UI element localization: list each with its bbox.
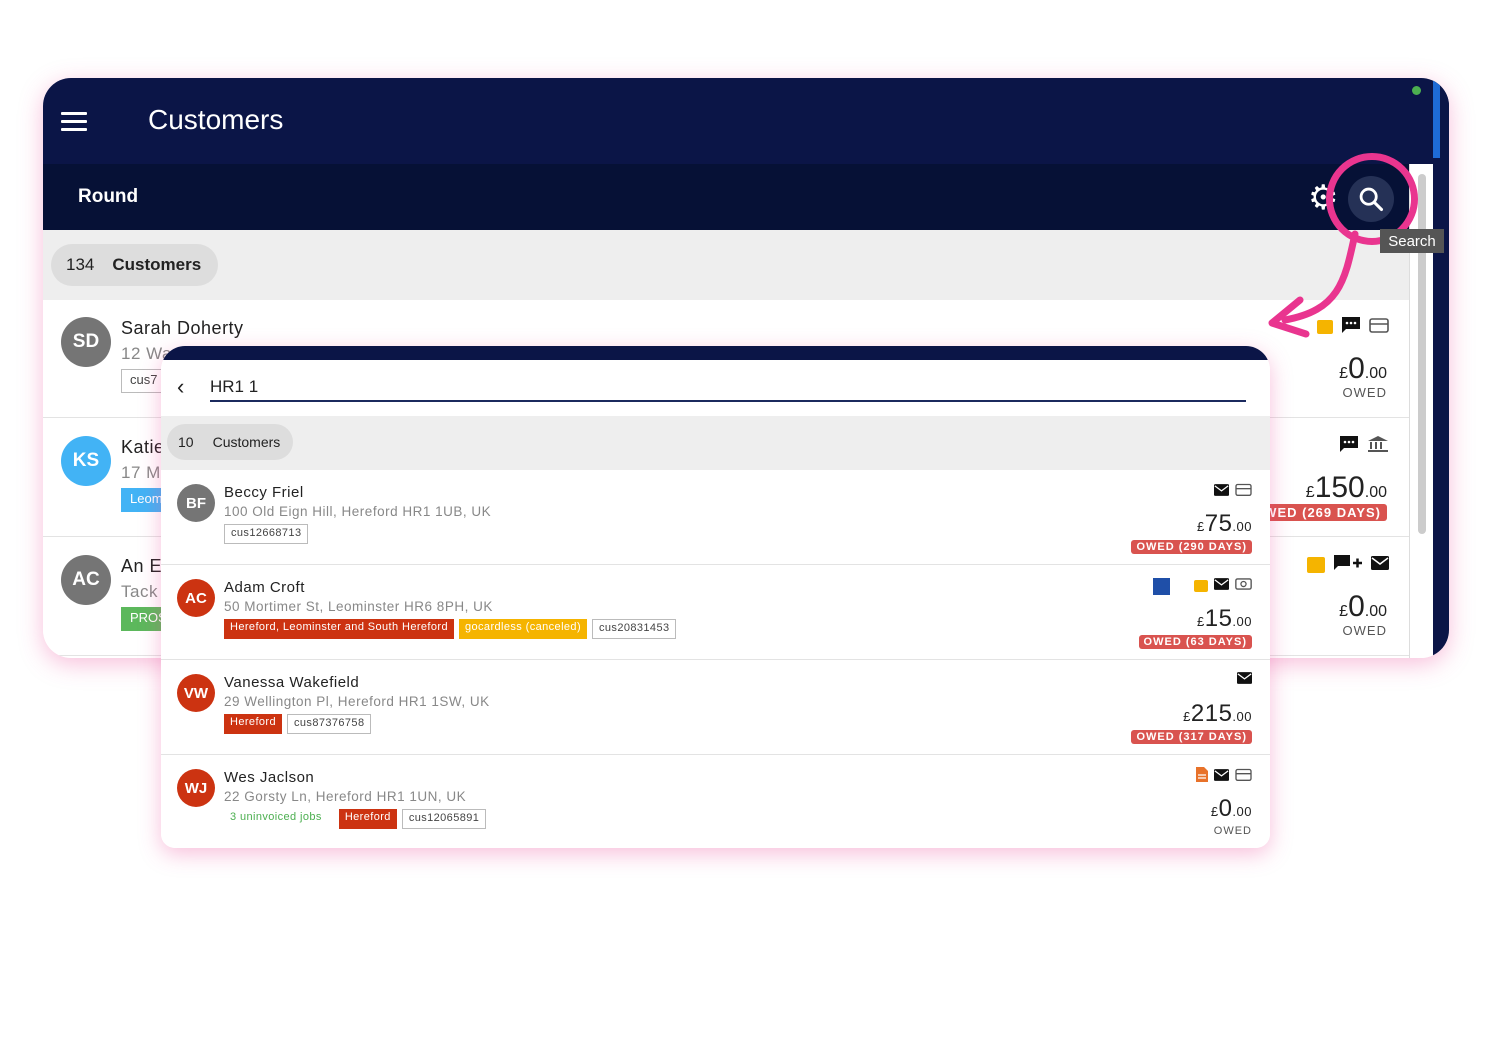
tag-list: 3 uninvoiced jobs Hereford cus12065891 bbox=[224, 809, 487, 829]
customer-name: Adam Croft bbox=[224, 579, 305, 596]
bank-icon bbox=[1367, 435, 1389, 457]
list-item[interactable]: WJ Wes Jaclson 22 Gorsty Ln, Hereford HR… bbox=[161, 755, 1270, 848]
owed-label: OWED bbox=[1342, 385, 1387, 400]
list-item[interactable]: AC Adam Croft 50 Mortimer St, Leominster… bbox=[161, 565, 1270, 660]
uninvoiced-jobs-tag: 3 uninvoiced jobs bbox=[224, 809, 334, 829]
avatar: BF bbox=[177, 484, 215, 522]
customer-count-chip: 134 Customers bbox=[51, 244, 219, 286]
row-icons bbox=[1307, 554, 1389, 576]
customer-name: An E bbox=[121, 556, 163, 576]
customer-name: Beccy Friel bbox=[224, 484, 304, 501]
result-count-bar: 10 Customers bbox=[161, 416, 1270, 470]
result-count: 10 bbox=[178, 434, 194, 450]
owed-days-badge: WED (269 DAYS) bbox=[1258, 504, 1387, 521]
back-arrow-icon[interactable]: ‹ bbox=[177, 374, 184, 400]
customer-address: 29 Wellington Pl, Hereford HR1 1SW, UK bbox=[224, 694, 490, 709]
app-header: Customers bbox=[43, 78, 1449, 164]
search-results-panel: ‹ 10 Customers BF Beccy Friel 100 Old Ei… bbox=[161, 346, 1270, 848]
amount-owed: £0.00 bbox=[1339, 352, 1387, 385]
customer-name: Vanessa Wakefield bbox=[224, 674, 360, 691]
customer-id-tag: cus87376758 bbox=[287, 714, 372, 734]
document-icon bbox=[1196, 767, 1208, 786]
customer-id-tag: cus12668713 bbox=[224, 524, 309, 544]
avatar: AC bbox=[61, 555, 111, 605]
area-tag: Hereford bbox=[224, 714, 282, 734]
search-input[interactable] bbox=[210, 374, 1246, 402]
customer-address: 22 Gorsty Ln, Hereford HR1 1UN, UK bbox=[224, 789, 467, 804]
note-icon bbox=[1194, 580, 1208, 592]
avatar: AC bbox=[177, 579, 215, 617]
customer-name: Katie bbox=[121, 437, 165, 457]
row-icons bbox=[1214, 482, 1252, 501]
search-tooltip: Search bbox=[1380, 229, 1444, 253]
owed-days-badge: OWED (317 DAYS) bbox=[1131, 730, 1252, 744]
row-icons bbox=[1339, 435, 1389, 457]
round-label[interactable]: Round bbox=[78, 186, 138, 208]
area-tag: Hereford bbox=[338, 809, 397, 829]
customer-address: 100 Old Eign Hill, Hereford HR1 1UB, UK bbox=[224, 504, 492, 519]
avatar: VW bbox=[177, 674, 215, 712]
row-icons bbox=[1317, 316, 1389, 338]
chat-icon bbox=[1341, 316, 1361, 338]
owed-days-badge: OWED (63 DAYS) bbox=[1138, 635, 1252, 649]
gocardless-icon bbox=[1153, 577, 1170, 595]
mail-icon bbox=[1214, 483, 1229, 500]
row-icons bbox=[1196, 767, 1252, 786]
amount-owed: £150.00 bbox=[1305, 471, 1387, 504]
card-icon bbox=[1235, 767, 1252, 786]
card-icon bbox=[1369, 316, 1389, 338]
add-chat-icon bbox=[1333, 554, 1363, 576]
amount-owed: £15.00 bbox=[1196, 605, 1252, 632]
result-count-chip: 10 Customers bbox=[167, 424, 294, 460]
tag-list: cus12668713 bbox=[224, 524, 309, 544]
status-dot bbox=[1412, 86, 1421, 95]
hamburger-menu-icon[interactable] bbox=[61, 112, 87, 132]
customer-tag: cus7 bbox=[121, 369, 167, 393]
area-tag: Hereford, Leominster and South Hereford bbox=[224, 619, 454, 639]
note-icon bbox=[1307, 557, 1325, 573]
search-bar: ‹ bbox=[161, 360, 1270, 416]
amount-owed: £0.00 bbox=[1339, 590, 1387, 623]
window-scrollbar[interactable] bbox=[1433, 78, 1449, 658]
card-icon bbox=[1235, 482, 1252, 501]
owed-label: OWED bbox=[1213, 825, 1252, 837]
mail-icon bbox=[1214, 768, 1229, 785]
amount-owed: £215.00 bbox=[1183, 700, 1252, 727]
customer-address: Tack bbox=[121, 582, 158, 601]
row-icons bbox=[1237, 672, 1252, 688]
payment-tag: gocardless (canceled) bbox=[459, 619, 588, 639]
result-count-label: Customers bbox=[212, 434, 281, 450]
customer-id-tag: cus20831453 bbox=[592, 619, 677, 639]
customer-count-label: Customers bbox=[112, 255, 202, 274]
note-icon bbox=[1317, 320, 1333, 334]
mail-icon bbox=[1371, 556, 1389, 574]
mail-icon bbox=[1237, 672, 1252, 688]
row-icons bbox=[1153, 577, 1252, 595]
mail-icon bbox=[1214, 578, 1229, 594]
toolbar: Round ⚙ bbox=[43, 164, 1449, 230]
customer-name: Wes Jaclson bbox=[224, 769, 315, 786]
chat-icon bbox=[1339, 435, 1359, 457]
list-item[interactable]: VW Vanessa Wakefield 29 Wellington Pl, H… bbox=[161, 660, 1270, 755]
customer-address: 50 Mortimer St, Leominster HR6 8PH, UK bbox=[224, 599, 493, 614]
customer-count-bar: 134 Customers bbox=[43, 230, 1409, 300]
owed-days-badge: OWED (290 DAYS) bbox=[1131, 540, 1252, 554]
avatar: KS bbox=[61, 436, 111, 486]
owed-label: OWED bbox=[1342, 623, 1387, 638]
amount-owed: £75.00 bbox=[1196, 510, 1252, 537]
customer-address: 17 M bbox=[121, 463, 161, 482]
tag-list: Hereford cus87376758 bbox=[224, 714, 372, 734]
cash-icon bbox=[1235, 577, 1252, 595]
tag-list: Hereford, Leominster and South Hereford … bbox=[224, 619, 677, 639]
panel-header bbox=[161, 346, 1270, 360]
list-item[interactable]: BF Beccy Friel 100 Old Eign Hill, Herefo… bbox=[161, 470, 1270, 565]
amount-owed: £0.00 bbox=[1210, 795, 1252, 822]
page-title: Customers bbox=[148, 104, 284, 135]
customer-name: Sarah Doherty bbox=[121, 318, 244, 338]
avatar: SD bbox=[61, 317, 111, 367]
avatar: WJ bbox=[177, 769, 215, 807]
customer-count: 134 bbox=[66, 255, 95, 274]
customer-id-tag: cus12065891 bbox=[401, 809, 487, 829]
